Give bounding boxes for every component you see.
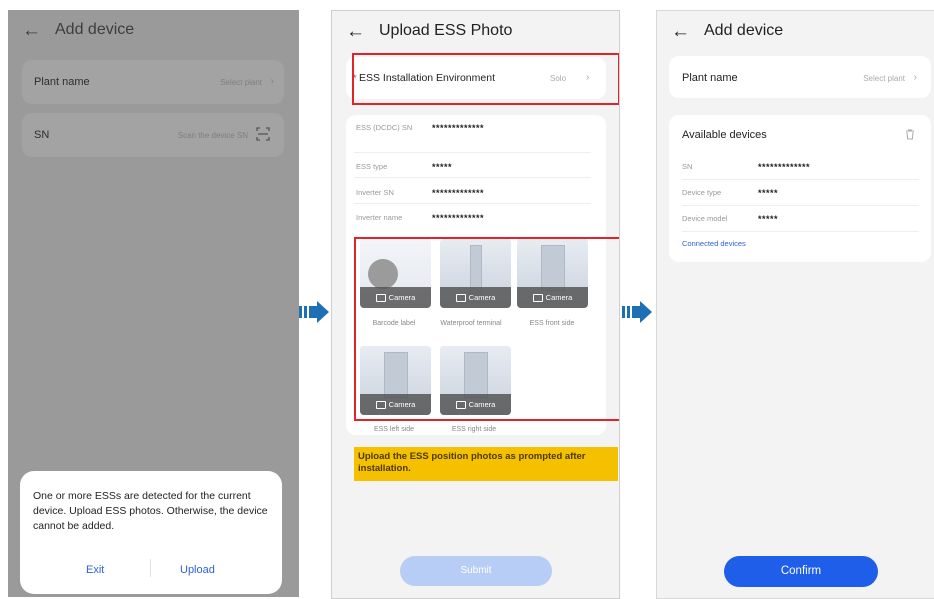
field-value: ************* <box>432 213 485 223</box>
top-bar: ← Upload ESS Photo <box>332 11 619 51</box>
field-ess-sn: ESS (DCDC) SN ************* <box>356 123 484 133</box>
plant-name-value: Select plant <box>220 78 262 87</box>
sn-row[interactable]: SN Scan the device SN <box>22 113 284 157</box>
divider <box>682 179 919 180</box>
field-label: ESS (DCDC) SN <box>356 123 413 132</box>
available-devices-card: Available devices SN ************* Devic… <box>669 115 931 262</box>
photo-caption: ESS left side <box>373 426 415 433</box>
row-value: ***** <box>758 188 779 198</box>
top-bar: ← Add device <box>8 10 299 50</box>
row-label: Device model <box>682 214 728 223</box>
add-device-screen: ← Add device Plant name Select plant › A… <box>656 10 934 599</box>
upload-notice: Upload the ESS position photos as prompt… <box>354 447 618 481</box>
divider <box>682 205 919 206</box>
field-label: Inverter name <box>356 213 403 222</box>
photo-caption: ESS right side <box>451 426 497 433</box>
page-title: Add device <box>704 22 784 39</box>
row-label: SN <box>682 162 693 171</box>
back-arrow-icon[interactable]: ← <box>671 22 690 41</box>
sn-scan-hint: Scan the device SN <box>177 131 248 140</box>
divider <box>682 231 919 232</box>
upload-button[interactable]: Upload <box>180 564 215 576</box>
confirm-button[interactable]: Confirm <box>724 556 878 587</box>
upload-ess-photo-screen: ← Upload ESS Photo * ESS Installation En… <box>331 10 620 599</box>
field-label: Inverter SN <box>356 188 394 197</box>
add-device-screen-dimmed: ← Add device Plant name Select plant › S… <box>8 10 299 597</box>
highlight-frame-environment <box>352 53 619 105</box>
scan-icon[interactable] <box>256 127 270 141</box>
flow-arrow-icon <box>299 301 329 323</box>
page-title: Upload ESS Photo <box>379 22 513 39</box>
row-value: ************* <box>758 162 811 172</box>
connected-devices-link[interactable]: Connected devices <box>682 239 746 248</box>
sn-label: SN <box>34 129 50 141</box>
dialog-divider <box>150 559 151 577</box>
exit-button[interactable]: Exit <box>86 564 104 576</box>
page-title: Add device <box>55 21 135 38</box>
plant-name-row[interactable]: Plant name Select plant › <box>669 56 931 98</box>
field-ess-type: ESS type ***** <box>356 162 452 172</box>
available-devices-title: Available devices <box>682 129 767 141</box>
field-value: ************* <box>432 188 485 198</box>
flow-arrow-icon <box>622 301 652 323</box>
field-inverter-sn: Inverter SN ************* <box>356 188 484 198</box>
dialog-message: One or more ESSs are detected for the cu… <box>33 490 268 532</box>
divider <box>354 152 591 153</box>
plant-name-row[interactable]: Plant name Select plant › <box>22 60 284 104</box>
field-value: ***** <box>432 162 453 172</box>
back-arrow-icon[interactable]: ← <box>346 22 365 41</box>
row-value: ***** <box>758 214 779 224</box>
highlight-frame-photos <box>354 237 619 421</box>
divider <box>354 177 591 178</box>
field-label: ESS type <box>356 162 388 171</box>
chevron-right-icon: › <box>913 72 917 83</box>
ess-detected-dialog: One or more ESSs are detected for the cu… <box>20 471 282 594</box>
submit-button[interactable]: Submit <box>400 556 552 586</box>
plant-name-label: Plant name <box>682 72 738 84</box>
field-inverter-name: Inverter name ************* <box>356 213 484 223</box>
plant-name-label: Plant name <box>34 76 90 88</box>
back-arrow-icon[interactable]: ← <box>22 21 41 40</box>
chevron-right-icon: › <box>270 76 274 87</box>
row-label: Device type <box>682 188 722 197</box>
top-bar: ← Add device <box>657 11 934 51</box>
plant-name-value: Select plant <box>863 74 905 83</box>
field-value: ************* <box>432 123 485 133</box>
trash-icon[interactable] <box>905 129 915 140</box>
divider <box>354 203 591 204</box>
